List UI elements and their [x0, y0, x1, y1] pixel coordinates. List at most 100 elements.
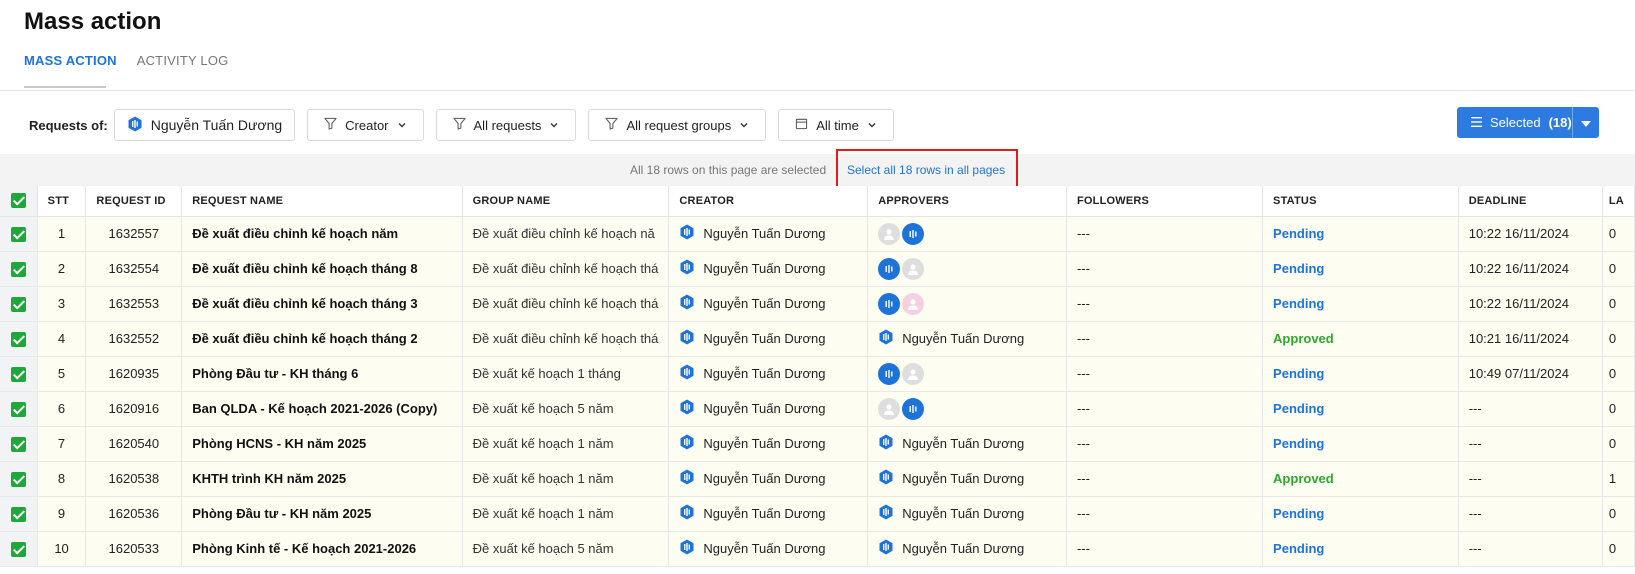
table-row[interactable]: 4 1632552 Đề xuất điều chỉnh kế hoạch thán… — [0, 321, 1635, 357]
approver-avatar-icon[interactable] — [902, 222, 925, 245]
approver-name: Nguyễn Tuấn Dương — [902, 541, 1025, 556]
creator-cell: Nguyễn Tuấn Dương — [668, 461, 869, 497]
request-name-cell[interactable]: Ban QLDA - Kế hoạch 2021-2026 (Copy) — [181, 391, 463, 427]
row-checkbox[interactable] — [10, 366, 26, 382]
request-name-cell[interactable]: Phòng HCNS - KH năm 2025 — [181, 426, 463, 462]
column-header[interactable]: REQUEST NAME — [181, 186, 463, 217]
table-row[interactable]: 8 1620538 KHTH trình KH năm 2025 Đề xuất kế… — [0, 461, 1635, 497]
creator-avatar-icon — [679, 399, 695, 418]
followers-cell: --- — [1066, 251, 1264, 287]
row-checkbox-cell[interactable] — [0, 426, 38, 462]
group-name-cell: Đề xuất kế hoạch 1 năm — [462, 496, 670, 532]
status-cell: Pending — [1262, 216, 1459, 252]
row-checkbox[interactable] — [10, 436, 26, 452]
column-header[interactable]: STT — [37, 186, 87, 217]
table-row[interactable]: 3 1632553 Đề xuất điều chỉnh kế hoạch thán… — [0, 286, 1635, 322]
user-avatar-icon — [127, 116, 143, 135]
approver-avatar-icon[interactable] — [902, 397, 925, 420]
approver-avatar-icon[interactable] — [878, 397, 901, 420]
select-all-checkbox-cell[interactable] — [0, 186, 38, 217]
request-name-cell[interactable]: Phòng Đầu tư - KH tháng 6 — [181, 356, 463, 392]
column-header[interactable]: APPROVERS — [867, 186, 1067, 217]
filter-icon — [452, 117, 466, 133]
table-row[interactable]: 6 1620916 Ban QLDA - Kế hoạch 2021-2026 (C… — [0, 391, 1635, 427]
table-row[interactable]: 9 1620536 Phòng Đầu tư - KH năm 2025 Đề xuấ… — [0, 496, 1635, 532]
row-checkbox[interactable] — [10, 506, 26, 522]
table-row[interactable]: 7 1620540 Phòng HCNS - KH năm 2025 Đề xuất … — [0, 426, 1635, 462]
row-checkbox[interactable] — [10, 331, 26, 347]
approver-avatar-icon[interactable] — [878, 257, 901, 280]
column-header[interactable]: DEADLINE — [1458, 186, 1603, 217]
row-checkbox-cell[interactable] — [0, 461, 38, 497]
selected-actions-button[interactable]: Selected (18) — [1457, 107, 1599, 138]
select-all-checkbox[interactable] — [10, 193, 26, 209]
approvers-cell: Nguyễn Tuấn Dương — [867, 321, 1067, 357]
table-row[interactable]: 2 1632554 Đề xuất điều chỉnh kế hoạch thán… — [0, 251, 1635, 287]
approver-avatars — [878, 292, 1056, 315]
row-checkbox-cell[interactable] — [0, 496, 38, 532]
row-checkbox[interactable] — [10, 471, 26, 487]
column-header[interactable]: CREATOR — [668, 186, 869, 217]
approver-avatar-icon — [878, 504, 894, 523]
user-filter-button[interactable]: Nguyễn Tuấn Dương — [113, 109, 296, 141]
table-row[interactable]: 1 1632557 Đề xuất điều chỉnh kế hoạch năm Đ… — [0, 216, 1635, 252]
row-checkbox[interactable] — [10, 261, 26, 277]
approver-avatar-icon[interactable] — [878, 222, 901, 245]
approver-avatar-icon[interactable] — [902, 257, 925, 280]
approver-avatar-icon — [878, 434, 894, 453]
approver-avatar-icon[interactable] — [902, 292, 925, 315]
row-checkbox-cell[interactable] — [0, 251, 38, 287]
row-checkbox-cell[interactable] — [0, 321, 38, 357]
row-checkbox-cell[interactable] — [0, 356, 38, 392]
approver-name: Nguyễn Tuấn Dương — [902, 436, 1025, 451]
row-checkbox-cell[interactable] — [0, 391, 38, 427]
selected-main[interactable]: Selected (18) — [1457, 115, 1572, 130]
column-header[interactable]: FOLLOWERS — [1066, 186, 1264, 217]
approver-avatar-icon[interactable] — [878, 362, 901, 385]
deadline-cell: --- — [1458, 426, 1603, 462]
deadline-cell: 10:21 16/11/2024 — [1458, 321, 1603, 357]
request-groups-filter-button[interactable]: All request groups — [588, 109, 767, 141]
selected-count: (18) — [1548, 115, 1572, 130]
time-filter-button[interactable]: All time — [778, 109, 894, 141]
tab-activity-log[interactable]: ACTIVITY LOG — [137, 53, 229, 94]
request-name-cell[interactable]: Phòng Đầu tư - KH năm 2025 — [181, 496, 463, 532]
creator-filter-button[interactable]: Creator — [307, 109, 424, 141]
row-checkbox[interactable] — [10, 401, 26, 417]
status-badge: Approved — [1273, 331, 1334, 346]
row-checkbox[interactable] — [10, 226, 26, 242]
approver-avatar-icon[interactable] — [902, 362, 925, 385]
followers-cell: --- — [1066, 391, 1264, 427]
deadline-cell: 10:22 16/11/2024 — [1458, 216, 1603, 252]
request-name-cell[interactable]: Đề xuất điều chỉnh kế hoạch tháng 8 — [181, 251, 463, 287]
stt-cell: 6 — [37, 391, 87, 427]
column-header[interactable]: STATUS — [1262, 186, 1459, 217]
selected-dropdown-toggle[interactable] — [1571, 107, 1599, 138]
creator-name: Nguyễn Tuấn Dương — [703, 436, 826, 451]
requests-filter-button[interactable]: All requests — [435, 109, 577, 141]
request-name-cell[interactable]: Đề xuất điều chỉnh kế hoạch tháng 3 — [181, 286, 463, 322]
last-column-cell: 0 — [1602, 216, 1635, 252]
column-header[interactable]: REQUEST ID — [85, 186, 183, 217]
request-name-cell[interactable]: Phòng Kinh tế - Kế hoạch 2021-2026 — [181, 531, 463, 567]
approver-avatar-icon[interactable] — [878, 292, 901, 315]
request-name-cell[interactable]: Đề xuất điều chỉnh kế hoạch tháng 2 — [181, 321, 463, 357]
table-row[interactable]: 5 1620935 Phòng Đầu tư - KH tháng 6 Đề xuất… — [0, 356, 1635, 392]
row-checkbox[interactable] — [10, 296, 26, 312]
last-column-cell: 1 — [1602, 461, 1635, 497]
request-name-cell[interactable]: KHTH trình KH năm 2025 — [181, 461, 463, 497]
row-checkbox-cell[interactable] — [0, 216, 38, 252]
column-header[interactable]: LA — [1602, 186, 1635, 217]
group-name-cell: Đề xuất điều chỉnh kế hoạch thá — [462, 286, 670, 322]
approvers-cell — [867, 356, 1067, 392]
deadline-cell: 10:49 07/11/2024 — [1458, 356, 1603, 392]
table-row[interactable]: 10 1620533 Phòng Kinh tế - Kế hoạch 2021-2… — [0, 531, 1635, 567]
creator-cell: Nguyễn Tuấn Dương — [668, 531, 869, 567]
row-checkbox[interactable] — [10, 541, 26, 557]
column-header[interactable]: GROUP NAME — [462, 186, 670, 217]
status-cell: Pending — [1262, 531, 1459, 567]
row-checkbox-cell[interactable] — [0, 286, 38, 322]
row-checkbox-cell[interactable] — [0, 531, 38, 567]
stt-cell: 4 — [37, 321, 87, 357]
request-name-cell[interactable]: Đề xuất điều chỉnh kế hoạch năm — [181, 216, 463, 252]
